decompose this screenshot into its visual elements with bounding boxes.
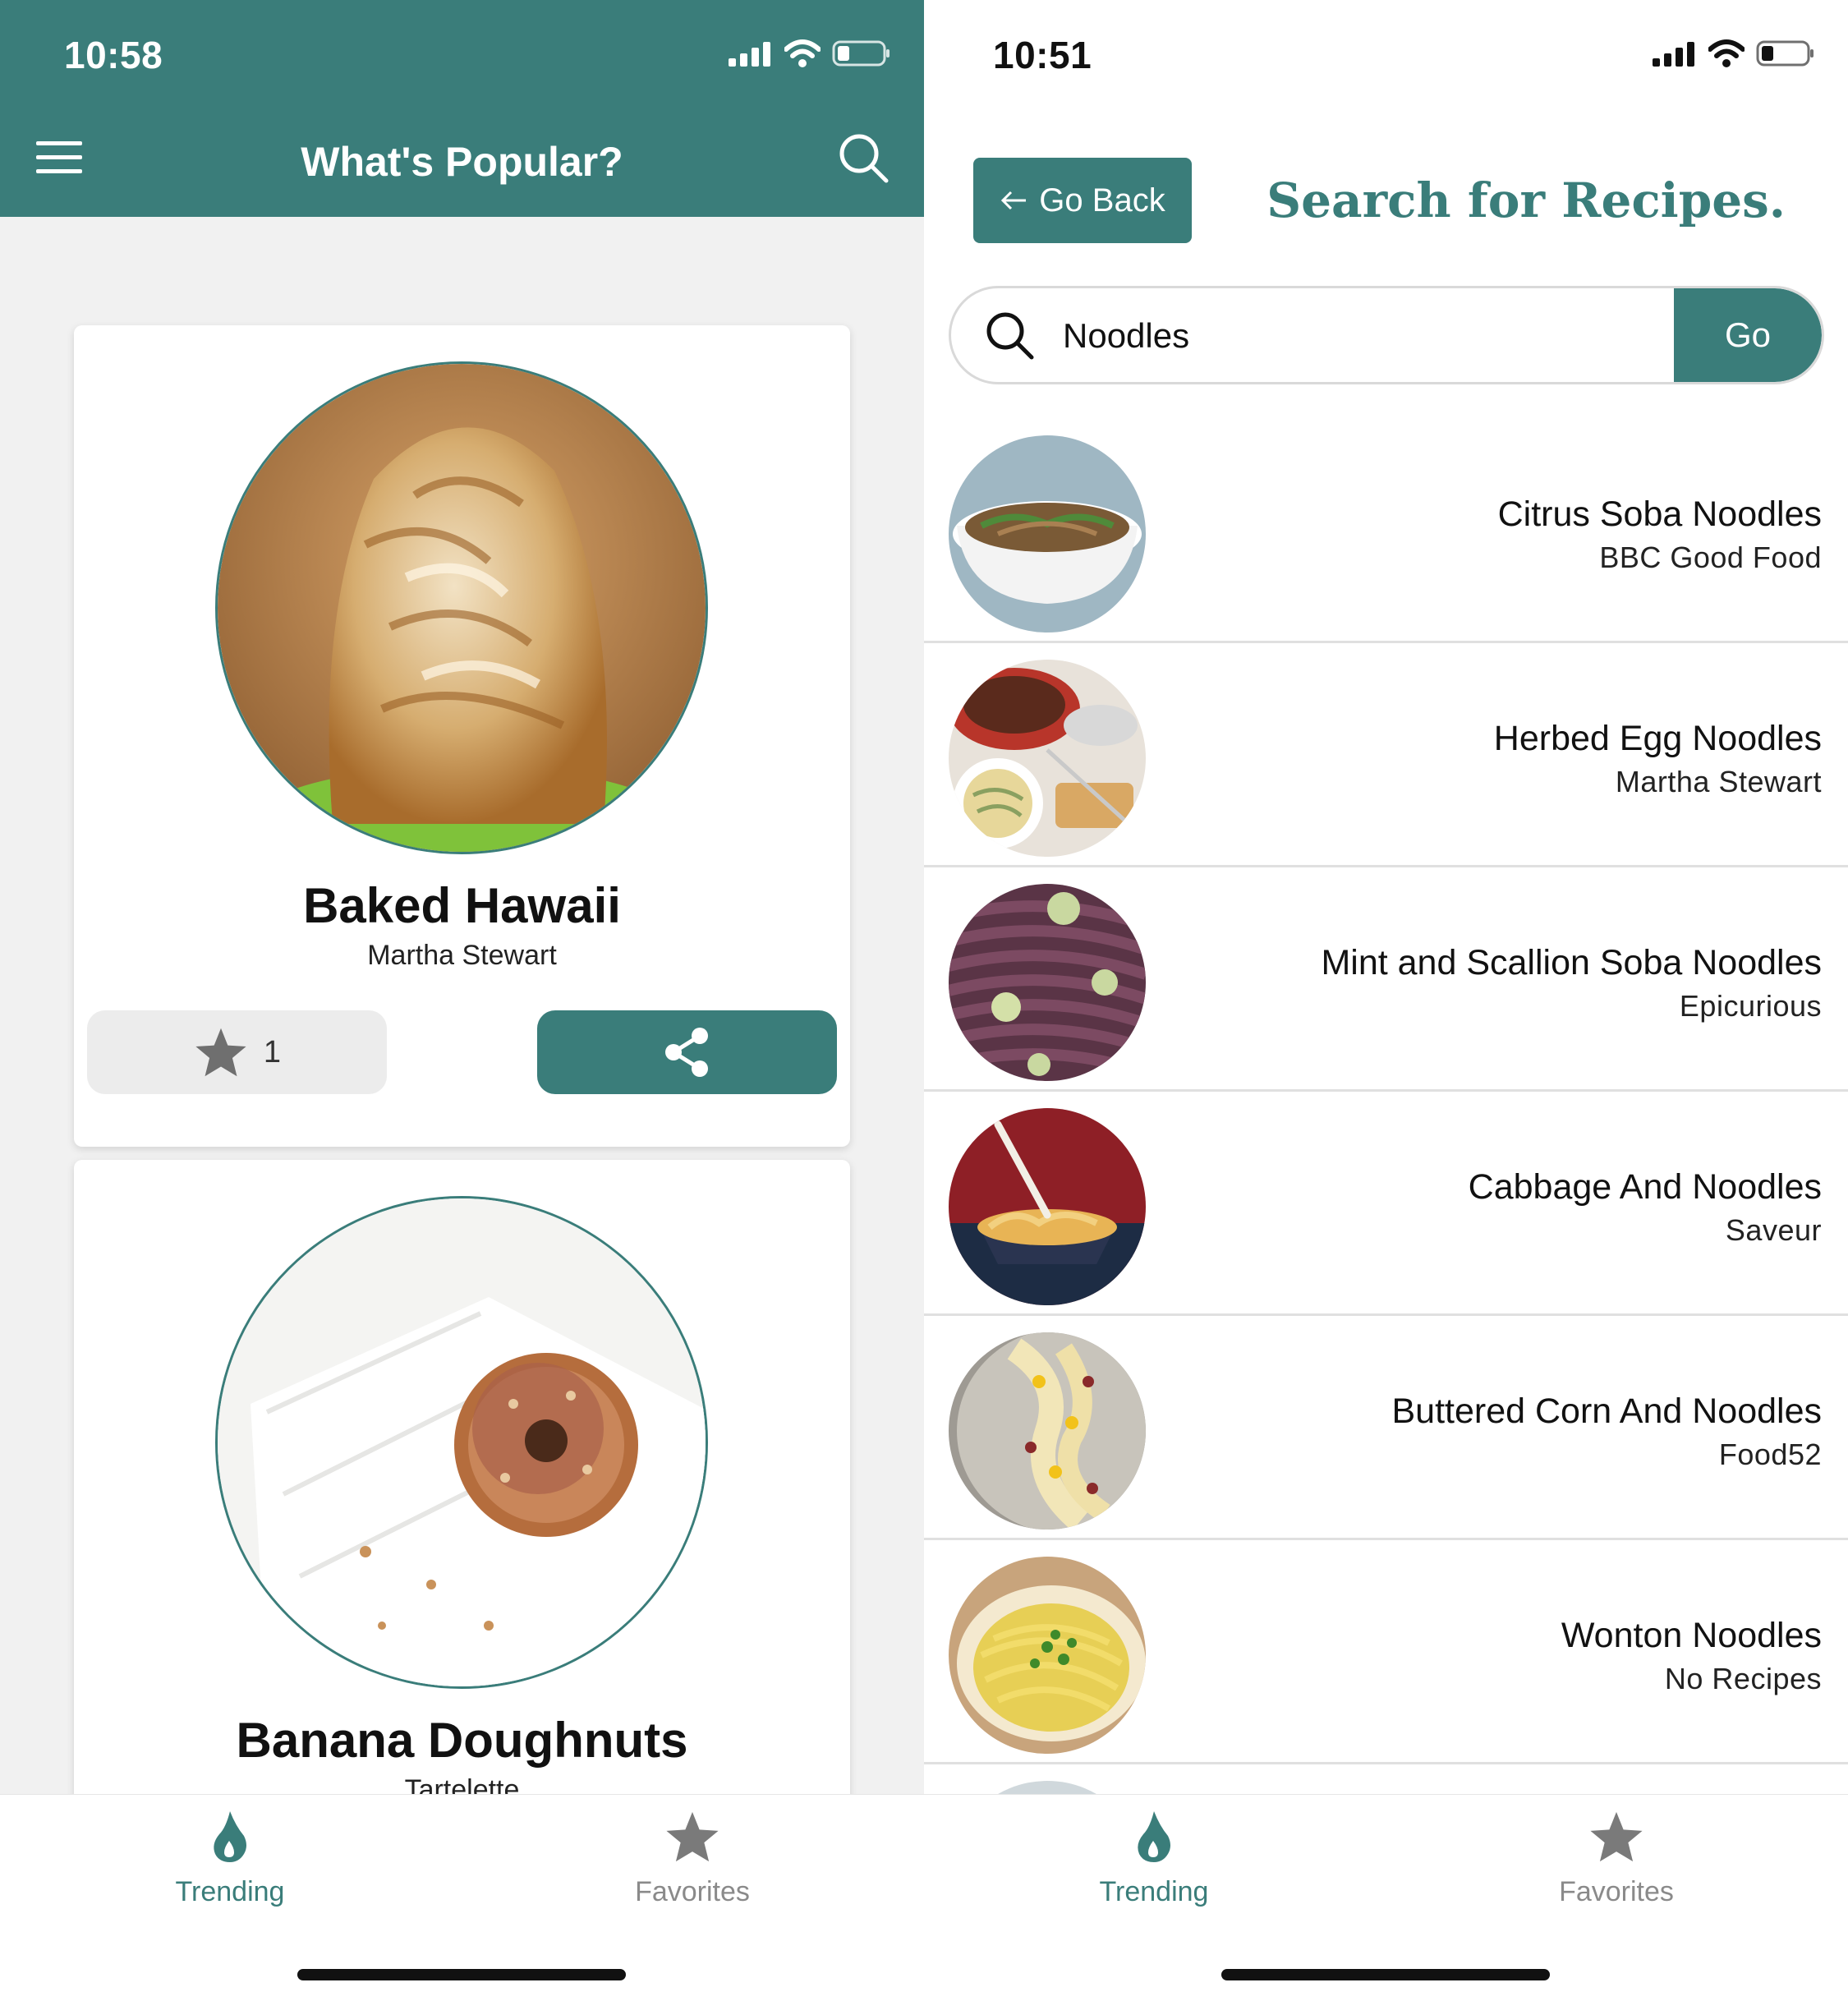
recipe-thumbnail	[949, 1332, 1146, 1530]
flame-icon	[214, 1811, 246, 1862]
battery-icon	[1756, 40, 1814, 67]
status-time: 10:51	[993, 34, 1092, 76]
recipe-name: Citrus Soba Noodles	[1497, 494, 1822, 534]
recipe-name: Herbed Egg Noodles	[1493, 719, 1822, 758]
signal-icon	[729, 42, 770, 67]
list-item[interactable]	[924, 1764, 1848, 1794]
tab-label: Trending	[175, 1876, 285, 1907]
search-icon	[986, 312, 1034, 360]
tab-label: Trending	[1099, 1876, 1209, 1907]
tab-label: Favorites	[635, 1876, 750, 1907]
star-icon	[666, 1811, 719, 1862]
list-item[interactable]: Cabbage And Noodles Saveur	[924, 1092, 1848, 1316]
tab-favorites[interactable]: Favorites	[569, 1810, 816, 1908]
recipe-name: Cabbage And Noodles	[1468, 1167, 1822, 1207]
recipe-thumbnail	[949, 884, 1146, 1081]
search-screen: 10:51 Go Back Search for Recipes. Noodle…	[924, 0, 1848, 2001]
status-bar: 10:58	[0, 0, 924, 115]
recipe-source: Epicurious	[1679, 989, 1822, 1023]
battery-icon	[832, 40, 890, 67]
recipe-thumbnail	[949, 1108, 1146, 1305]
recipe-thumbnail	[949, 660, 1146, 857]
recipe-name: Buttered Corn And Noodles	[1391, 1392, 1823, 1431]
trending-screen: 10:58 What's Popular? Baked Hawaii Marth…	[0, 0, 924, 2001]
list-item[interactable]: Buttered Corn And Noodles Food52	[924, 1316, 1848, 1540]
page-title: What's Popular?	[301, 139, 623, 185]
recipe-source: Food52	[1718, 1438, 1822, 1471]
app-header: 10:58 What's Popular?	[0, 0, 924, 217]
status-icons	[1651, 39, 1815, 67]
recipe-thumbnail	[949, 435, 1146, 632]
recipe-source: Tartelette	[404, 1774, 520, 1794]
search-bar: Go	[949, 286, 1824, 384]
list-item[interactable]: Wonton Noodles No Recipes	[924, 1540, 1848, 1764]
list-item[interactable]: Herbed Egg Noodles Martha Stewart	[924, 643, 1848, 867]
recipe-name: Wonton Noodles	[1561, 1616, 1822, 1655]
recipe-source: No Recipes	[1664, 1662, 1822, 1695]
star-icon	[195, 1028, 246, 1077]
go-back-button[interactable]: Go Back	[973, 158, 1192, 243]
recipe-feed[interactable]: Baked Hawaii Martha Stewart 1 Banana Dou…	[0, 217, 924, 1794]
search-icon	[839, 134, 889, 183]
home-indicator[interactable]	[1221, 1969, 1550, 1980]
search-input[interactable]	[1063, 308, 1638, 364]
status-time: 10:58	[64, 34, 163, 76]
recipe-thumbnail	[949, 1781, 1146, 1794]
recipe-card[interactable]: Banana Doughnuts Tartelette	[74, 1160, 850, 1794]
recipe-source: Saveur	[1725, 1213, 1822, 1247]
recipe-card[interactable]: Baked Hawaii Martha Stewart 1	[74, 325, 850, 1147]
star-icon	[1590, 1811, 1643, 1862]
go-button[interactable]: Go	[1674, 288, 1822, 382]
search-results-list[interactable]: Citrus Soba Noodles BBC Good Food Herbed…	[924, 419, 1848, 1794]
flame-icon	[1138, 1811, 1170, 1862]
signal-icon	[1653, 42, 1694, 67]
favorite-button[interactable]: 1	[87, 1010, 387, 1094]
page-title: Search for Recipes.	[1266, 172, 1786, 228]
share-button[interactable]	[537, 1010, 837, 1094]
go-back-label: Go Back	[1039, 182, 1165, 218]
recipe-photo	[215, 361, 708, 854]
wifi-icon	[784, 39, 821, 67]
recipe-name: Mint and Scallion Soba Noodles	[1321, 943, 1822, 982]
recipe-source: Martha Stewart	[1615, 765, 1822, 798]
status-bar: 10:51	[924, 0, 1848, 115]
list-item[interactable]: Citrus Soba Noodles BBC Good Food	[924, 419, 1848, 643]
share-icon	[664, 1028, 708, 1077]
recipe-photo	[215, 1196, 708, 1689]
recipe-source: Martha Stewart	[367, 940, 557, 971]
recipe-thumbnail	[949, 1557, 1146, 1754]
status-icons	[727, 39, 891, 67]
tab-favorites[interactable]: Favorites	[1493, 1810, 1740, 1908]
tab-trending[interactable]: Trending	[1031, 1810, 1277, 1908]
search-button[interactable]	[837, 131, 891, 186]
recipe-source: BBC Good Food	[1599, 540, 1822, 574]
recipe-name: Baked Hawaii	[303, 878, 621, 933]
tab-label: Favorites	[1559, 1876, 1674, 1907]
wifi-icon	[1708, 39, 1745, 67]
home-indicator[interactable]	[297, 1969, 626, 1980]
list-item[interactable]: Mint and Scallion Soba Noodles Epicuriou…	[924, 867, 1848, 1092]
favorite-count: 1	[263, 1034, 282, 1070]
arrow-left-icon	[1001, 191, 1027, 210]
tab-trending[interactable]: Trending	[107, 1810, 353, 1908]
recipe-name: Banana Doughnuts	[236, 1713, 688, 1768]
